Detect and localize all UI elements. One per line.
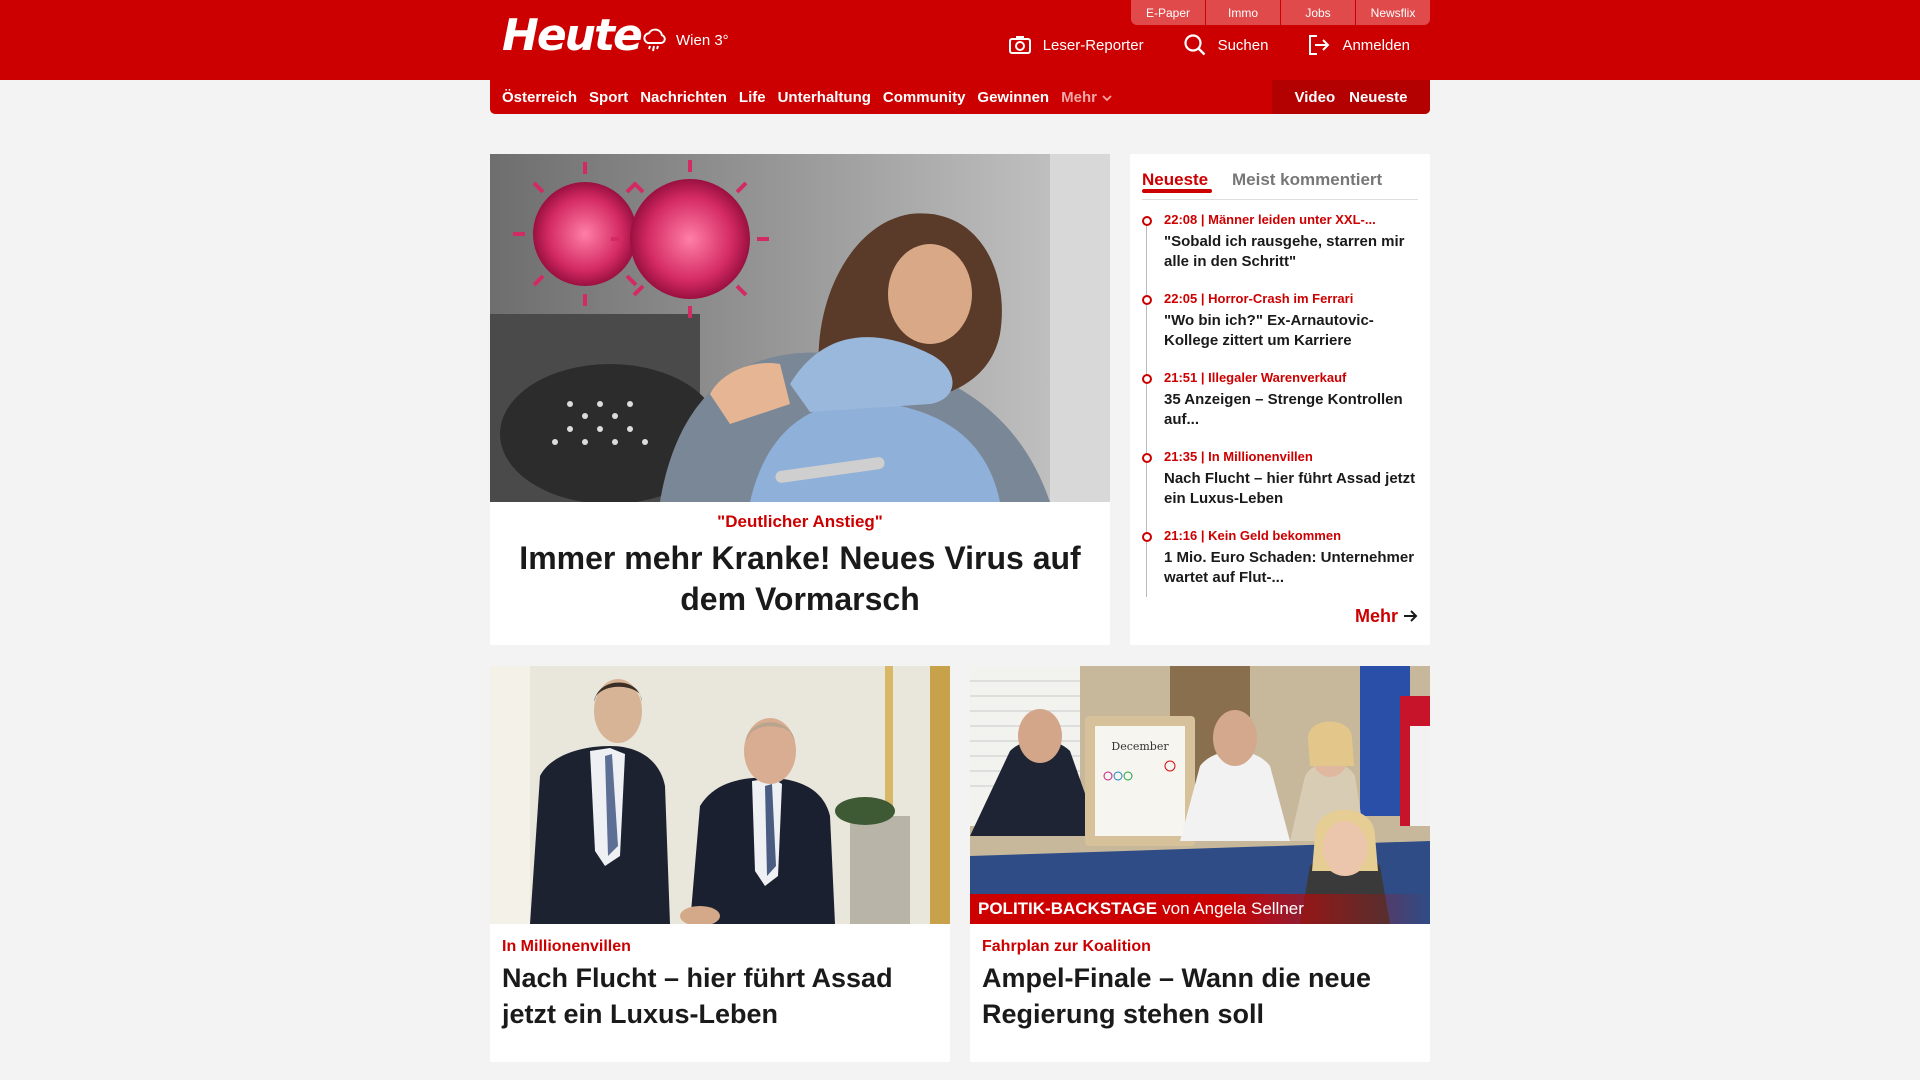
- article-title[interactable]: Nach Flucht – hier führt Assad jetzt ein…: [502, 960, 938, 1032]
- leser-reporter-label: Leser-Reporter: [1042, 36, 1144, 54]
- service-tab-jobs[interactable]: Jobs: [1281, 0, 1355, 25]
- timeline-dot: [1142, 532, 1152, 542]
- top-header-inner: Heute Wien 3° E-Paper Immo Jobs Newsflix: [490, 0, 1430, 80]
- news-item-headline: Nach Flucht – hier führt Assad jetzt ein…: [1164, 470, 1416, 507]
- list-item[interactable]: 21:51 | Illegaler Warenverkauf 35 Anzeig…: [1142, 370, 1422, 442]
- nav-more-label: Mehr: [1061, 88, 1097, 106]
- header-actions: Leser-Reporter Suchen Anmelden: [1008, 34, 1410, 56]
- hero-image-sick-woman: [490, 154, 1110, 502]
- search-button[interactable]: Suchen: [1183, 34, 1269, 56]
- heute-logo[interactable]: Heute: [502, 10, 643, 62]
- tab-meist-kommentiert[interactable]: Meist kommentiert: [1232, 170, 1382, 190]
- search-label: Suchen: [1217, 36, 1269, 54]
- article-kicker: In Millionenvillen: [502, 938, 631, 955]
- nav-item-unterhaltung[interactable]: Unterhaltung: [778, 89, 871, 106]
- article-image-handshake: [490, 666, 950, 924]
- service-tab-immo[interactable]: Immo: [1206, 0, 1280, 25]
- top-header: Heute Wien 3° E-Paper Immo Jobs Newsflix: [0, 0, 1920, 80]
- hero-title[interactable]: Immer mehr Kranke! Neues Virus auf dem V…: [510, 538, 1090, 620]
- service-tabs: E-Paper Immo Jobs Newsflix: [1131, 0, 1430, 25]
- main-nav: Österreich Sport Nachrichten Life Unterh…: [490, 80, 1430, 114]
- article-card-assad[interactable]: In Millionenvillen Nach Flucht – hier fü…: [490, 666, 950, 1062]
- news-item-headline: 35 Anzeigen – Strenge Kontrollen auf...: [1164, 391, 1403, 428]
- arrow-right-icon: [1404, 606, 1418, 627]
- hero-kicker: "Deutlicher Anstieg": [717, 512, 883, 531]
- search-icon: [1183, 34, 1206, 56]
- nav-item-neueste[interactable]: Neueste: [1349, 89, 1407, 106]
- calendar-month: December: [1111, 740, 1169, 753]
- weather-label: Wien 3°: [676, 31, 729, 49]
- nav-item-life[interactable]: Life: [739, 89, 766, 106]
- tab-active-indicator: [1142, 189, 1212, 193]
- news-item-headline: 1 Mio. Euro Schaden: Unternehmer wartet …: [1164, 549, 1415, 586]
- leser-reporter-button[interactable]: Leser-Reporter: [1008, 34, 1144, 56]
- latest-news-panel: Neueste Meist kommentiert 22:08 | Männer…: [1130, 154, 1430, 645]
- nav-item-gewinnen[interactable]: Gewinnen: [977, 89, 1049, 106]
- news-item-headline: "Wo bin ich?" Ex-Arnautovic-Kollege zitt…: [1164, 312, 1374, 349]
- article-card-koalition[interactable]: December POLITIK-BACKSTAGE von Angela Se…: [970, 666, 1430, 1062]
- list-item[interactable]: 22:08 | Männer leiden unter XXL-... "Sob…: [1142, 212, 1422, 284]
- timeline-dot: [1142, 453, 1152, 463]
- news-item-meta: 21:16 | Kein Geld bekommen: [1164, 528, 1342, 543]
- main-nav-items: Österreich Sport Nachrichten Life Unterh…: [502, 80, 1112, 114]
- list-item[interactable]: 22:05 | Horror-Crash im Ferrari "Wo bin …: [1142, 291, 1422, 363]
- article-kicker: Fahrplan zur Koalition: [982, 938, 1151, 955]
- more-news-label: Mehr: [1354, 606, 1398, 626]
- news-item-meta: 21:35 | In Millionenvillen: [1164, 449, 1313, 464]
- timeline-dot: [1142, 216, 1152, 226]
- timeline-dot: [1142, 295, 1152, 305]
- list-item[interactable]: 21:35 | In Millionenvillen Nach Flucht –…: [1142, 449, 1422, 521]
- news-item-meta: 21:51 | Illegaler Warenverkauf: [1164, 370, 1347, 385]
- weather-widget[interactable]: Wien 3°: [640, 26, 729, 54]
- banner-author: von Angela Sellner: [1162, 899, 1304, 918]
- nav-item-oesterreich[interactable]: Österreich: [502, 89, 577, 106]
- politik-backstage-banner: POLITIK-BACKSTAGE von Angela Sellner: [970, 894, 1430, 924]
- chevron-down-icon: [1102, 89, 1112, 106]
- more-news-link[interactable]: Mehr: [1355, 606, 1418, 627]
- nav-item-video[interactable]: Video: [1295, 89, 1336, 106]
- news-item-meta: 22:08 | Männer leiden unter XXL-...: [1164, 212, 1376, 227]
- list-item[interactable]: 21:16 | Kein Geld bekommen 1 Mio. Euro S…: [1142, 528, 1422, 600]
- nav-item-community[interactable]: Community: [883, 89, 966, 106]
- camera-icon: [1008, 35, 1031, 55]
- login-button[interactable]: Anmelden: [1308, 34, 1410, 56]
- timeline-dot: [1142, 374, 1152, 384]
- hero-article[interactable]: "Deutlicher Anstieg" Immer mehr Kranke! …: [490, 154, 1110, 645]
- login-label: Anmelden: [1342, 36, 1410, 54]
- nav-special-links: Video Neueste: [1272, 80, 1430, 114]
- tab-neueste-label: Neueste: [1142, 170, 1209, 189]
- latest-news-tabs: Neueste Meist kommentiert: [1142, 162, 1418, 200]
- news-item-meta: 22:05 | Horror-Crash im Ferrari: [1164, 291, 1354, 306]
- nav-more-dropdown[interactable]: Mehr: [1061, 89, 1112, 106]
- banner-title: POLITIK-BACKSTAGE: [978, 899, 1158, 918]
- news-item-headline: "Sobald ich rausgehe, starren mir alle i…: [1164, 233, 1405, 270]
- article-image-coalition-meeting: December POLITIK-BACKSTAGE von Angela Se…: [970, 666, 1430, 924]
- tab-neueste[interactable]: Neueste: [1142, 170, 1212, 193]
- nav-item-sport[interactable]: Sport: [589, 89, 628, 106]
- nav-item-nachrichten[interactable]: Nachrichten: [640, 89, 727, 106]
- rain-cloud-icon: [640, 26, 668, 54]
- service-tab-newsflix[interactable]: Newsflix: [1356, 0, 1430, 25]
- service-tab-epaper[interactable]: E-Paper: [1131, 0, 1205, 25]
- article-title[interactable]: Ampel-Finale – Wann die neue Regierung s…: [982, 960, 1418, 1032]
- login-icon: [1308, 35, 1330, 55]
